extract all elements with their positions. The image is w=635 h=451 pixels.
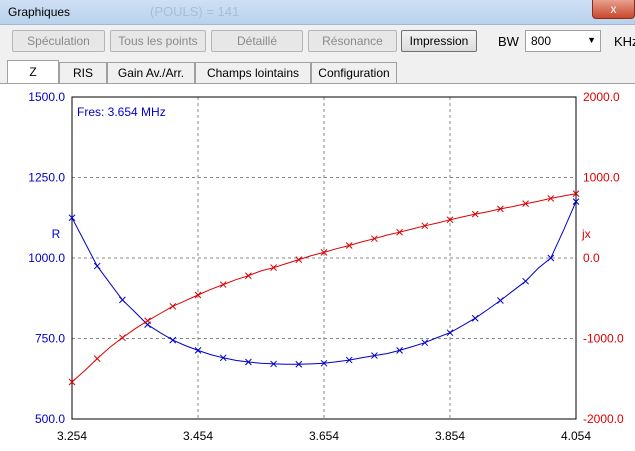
resistance-point <box>93 262 101 270</box>
y-right-tick-label: 1000.0 <box>583 171 620 185</box>
resistance-point <box>421 339 429 347</box>
y-left-tick-label: 1500.0 <box>28 90 65 104</box>
resonance-annotation: Fres: 3.654 MHz <box>77 105 166 119</box>
reactance-series-line <box>71 193 577 383</box>
resistance-point <box>169 336 177 344</box>
y-left-tick-label: 500.0 <box>35 412 65 426</box>
impedance-chart: 500.0 750.0 1000.0 1250.0 1500.0 -2000.0 -1000… <box>28 90 624 443</box>
reactance-point <box>245 272 252 280</box>
reactance-point <box>144 317 151 325</box>
x-tick-label: 4.054 <box>561 429 591 443</box>
y-right-tick-label: -1000.0 <box>583 332 624 346</box>
x-tick-label: 3.454 <box>183 429 213 443</box>
y-right-tick-label: -2000.0 <box>583 412 624 426</box>
y-left-axis-label: R <box>52 227 61 241</box>
x-tick-label: 3.254 <box>57 429 87 443</box>
resistance-point <box>194 347 202 354</box>
y-left-tick-label: 1000.0 <box>28 251 65 265</box>
resistance-point <box>396 347 403 354</box>
reactance-point <box>295 256 303 263</box>
resistance-point <box>497 297 504 304</box>
reactance-point <box>219 281 227 288</box>
y-left-tick-label: 1250.0 <box>28 171 65 185</box>
reactance-point <box>93 355 101 362</box>
y-right-tick-label: 0.0 <box>583 251 600 265</box>
reactance-point <box>169 302 177 310</box>
x-tick-label: 3.854 <box>435 429 465 443</box>
reactance-point <box>371 235 378 243</box>
y-right-axis-label: jx <box>581 227 591 241</box>
y-left-tick-label: 750.0 <box>35 332 65 346</box>
resistance-point <box>522 277 529 285</box>
x-tick-label: 3.654 <box>309 429 339 443</box>
resistance-point <box>119 296 126 304</box>
resistance-point <box>471 314 479 322</box>
resistance-point <box>446 329 454 337</box>
y-right-tick-label: 2000.0 <box>583 90 620 104</box>
reactance-point <box>119 334 126 342</box>
reactance-point <box>270 264 277 272</box>
